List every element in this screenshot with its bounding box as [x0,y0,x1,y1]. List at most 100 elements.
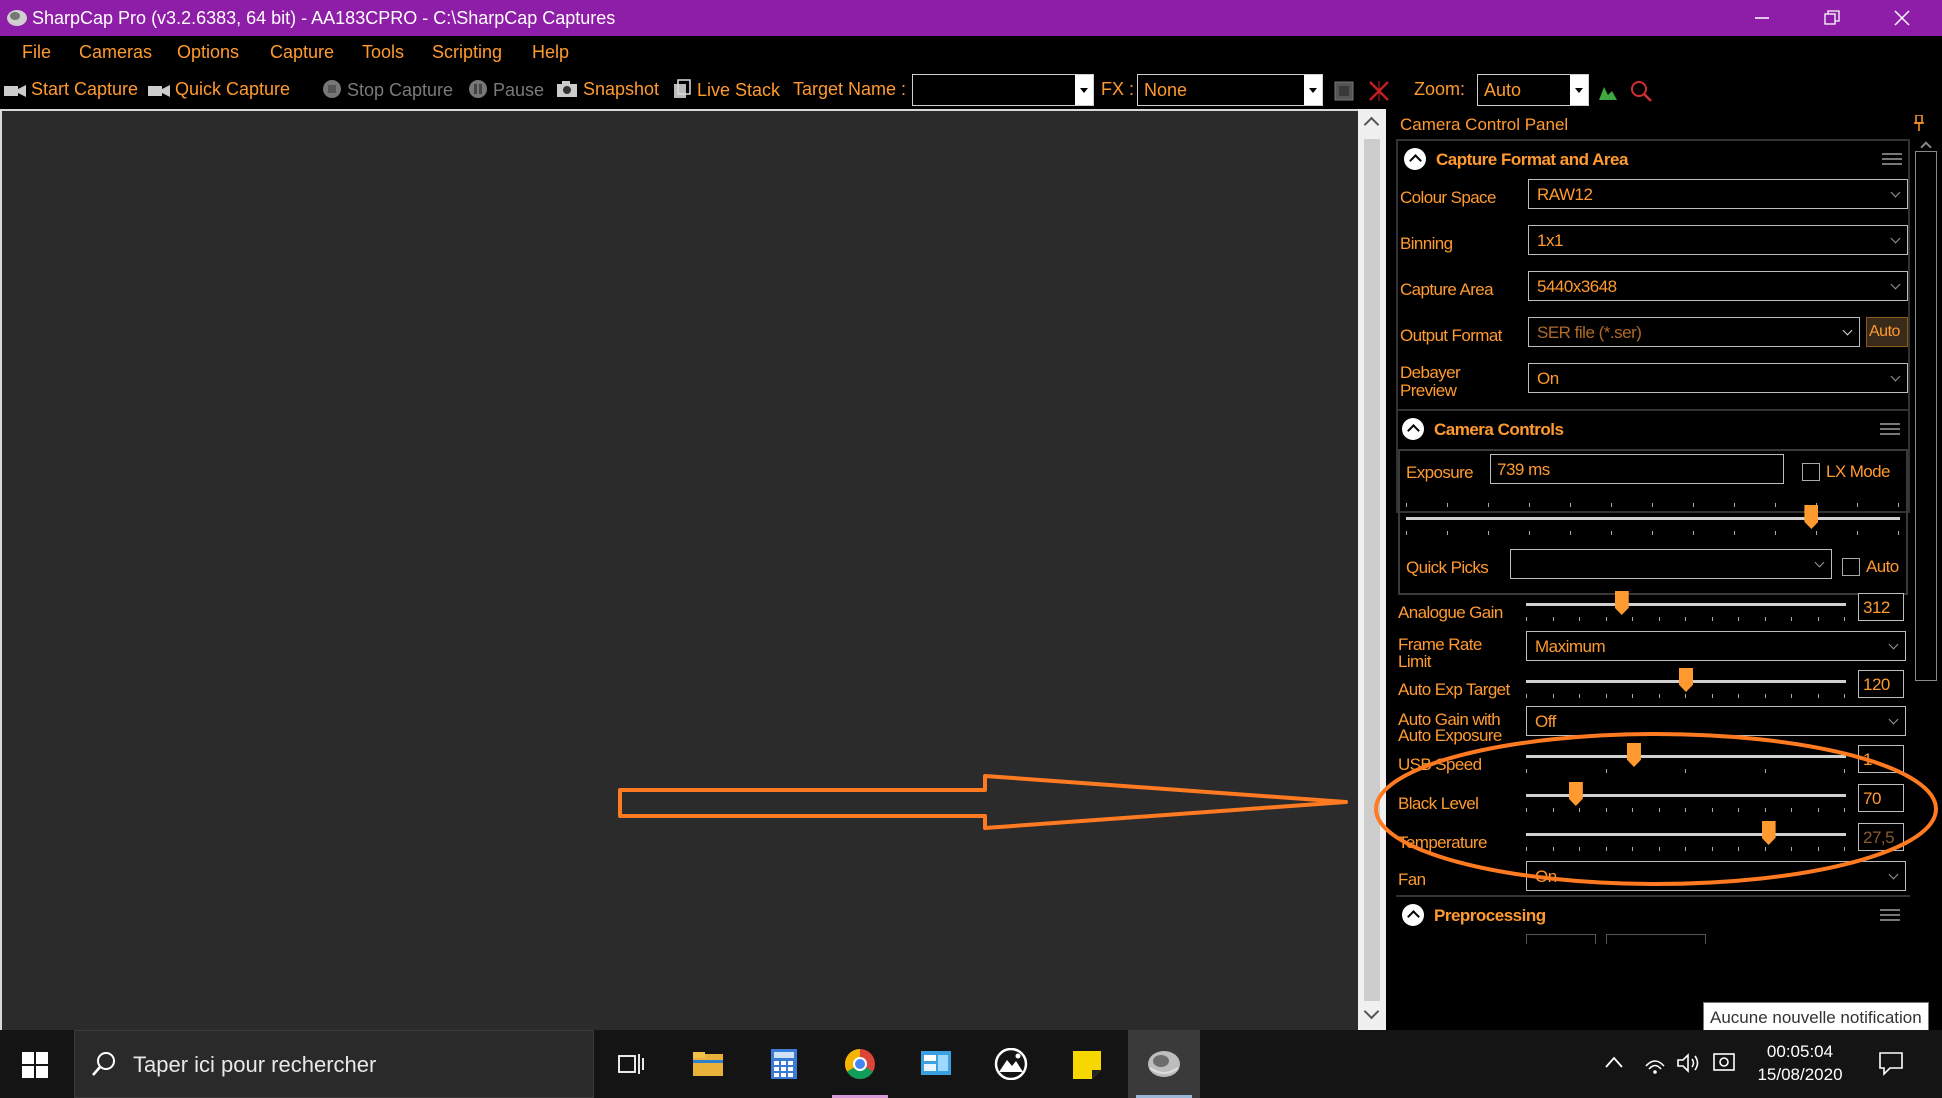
output-format-dropdown[interactable]: SER file (*.ser) [1528,317,1860,347]
menu-icon[interactable] [1882,153,1902,165]
menu-options[interactable]: Options [177,42,239,63]
black-level-input[interactable]: 70 [1858,784,1904,812]
preprocessing-header[interactable]: Preprocessing [1396,895,1910,931]
capture-format-header[interactable]: Capture Format and Area [1398,141,1912,177]
output-auto-button[interactable]: Auto [1866,317,1908,347]
chevron-down-icon [1842,325,1853,336]
slider-thumb[interactable] [1804,505,1819,529]
quick-picks-auto-checkbox[interactable] [1842,558,1860,576]
quick-capture-button[interactable]: Quick Capture [148,79,290,100]
start-capture-button[interactable]: Start Capture [4,79,138,100]
colour-space-dropdown[interactable]: RAW12 [1528,179,1908,209]
preprocessing-field[interactable] [1526,934,1596,944]
fx-clear-icon[interactable] [1368,80,1390,102]
fx-combo[interactable]: None [1137,74,1323,106]
auto-exp-target-slider[interactable] [1526,666,1846,706]
taskbar-search-box[interactable]: Taper ici pour rechercher [74,1030,594,1098]
splitter[interactable] [1386,109,1394,1030]
stop-capture-button[interactable]: Stop Capture [322,79,453,101]
restore-button[interactable] [1802,0,1862,36]
menu-help[interactable]: Help [532,42,569,63]
taskbar-clock[interactable]: 00:05:04 15/08/2020 [1740,1040,1860,1086]
snapshot-button[interactable]: Snapshot [556,79,659,100]
taskbar-file-explorer[interactable] [672,1030,744,1098]
binning-dropdown[interactable]: 1x1 [1528,225,1908,255]
quick-picks-dropdown[interactable] [1510,549,1832,579]
collapse-icon[interactable] [1402,418,1424,440]
scroll-down-icon[interactable] [1358,1004,1386,1026]
task-view-button[interactable] [594,1030,666,1098]
black-level-slider[interactable] [1526,780,1846,820]
taskbar-sharpcap[interactable] [1128,1030,1200,1098]
zoom-search-icon[interactable] [1630,80,1652,102]
analogue-gain-input[interactable]: 312 [1858,593,1904,621]
analogue-gain-slider[interactable] [1526,589,1846,629]
live-stack-button[interactable]: Live Stack [672,79,780,101]
auto-gain-dropdown[interactable]: Off [1526,706,1906,736]
taskbar-photos[interactable] [976,1030,1048,1098]
fx-settings-icon[interactable] [1334,81,1354,101]
slider-thumb[interactable] [1568,782,1583,806]
close-button[interactable] [1872,0,1932,36]
auto-exp-target-input[interactable]: 120 [1858,670,1904,698]
exposure-input[interactable]: 739 ms [1490,454,1784,484]
preprocessing-field[interactable] [1606,934,1706,944]
scroll-up-icon[interactable] [1358,113,1386,135]
slider-ticks [1526,694,1846,700]
menu-cameras[interactable]: Cameras [79,42,152,63]
temperature-slider[interactable] [1526,819,1846,859]
panel-scrollbar[interactable] [1912,139,1942,1030]
target-name-combo[interactable] [912,74,1094,106]
scroll-thumb[interactable] [1364,139,1380,1001]
frame-rate-dropdown[interactable]: Maximum [1526,631,1906,661]
collapse-icon[interactable] [1404,148,1426,170]
usb-speed-input[interactable]: 1 [1858,745,1904,773]
pause-label: Pause [493,80,545,100]
zoom-combo[interactable]: Auto [1477,74,1589,106]
camera-controls-header[interactable]: Camera Controls [1396,409,1910,445]
lx-mode-checkbox[interactable] [1802,463,1820,481]
volume-icon[interactable] [1676,1052,1700,1074]
pin-icon[interactable] [1914,115,1924,131]
taskbar-sticky-notes[interactable] [1052,1030,1124,1098]
slider-tick [1791,847,1792,851]
snapshot-label: Snapshot [583,79,660,99]
slider-tick [1632,617,1633,621]
restore-icon [1824,10,1840,25]
menu-file[interactable]: File [22,42,51,63]
slider-thumb[interactable] [1626,743,1641,767]
minimize-button[interactable] [1732,0,1792,36]
slider-thumb[interactable] [1761,821,1776,845]
collapse-icon[interactable] [1402,904,1424,926]
capture-area-dropdown[interactable]: 5440x3648 [1528,271,1908,301]
windows-start-icon[interactable] [22,1052,48,1078]
menu-icon[interactable] [1880,423,1900,435]
quick-picks-label: Quick Picks [1406,558,1489,577]
slider-thumb[interactable] [1679,668,1693,692]
usb-speed-slider[interactable] [1526,741,1846,781]
action-center-icon[interactable] [1878,1050,1904,1076]
menu-icon[interactable] [1880,909,1900,921]
exposure-slider[interactable] [1406,503,1900,543]
chevron-up-icon[interactable] [1605,1056,1623,1068]
pause-button[interactable]: Pause [468,79,544,101]
notification-app-icon[interactable] [1712,1050,1736,1074]
wifi-icon[interactable] [1644,1052,1666,1074]
viewer-scrollbar[interactable] [1358,109,1386,1030]
taskbar-control-panel[interactable] [900,1030,972,1098]
fan-dropdown[interactable]: On [1526,861,1906,891]
slider-tick [1711,617,1713,621]
slider-thumb[interactable] [1614,591,1629,615]
debayer-dropdown[interactable]: On [1528,363,1908,393]
slider-tick [1898,503,1899,507]
slider-tick [1857,531,1858,535]
taskbar-calculator[interactable] [748,1030,820,1098]
image-viewer[interactable] [0,109,1358,1030]
menu-scripting[interactable]: Scripting [432,42,502,63]
menu-capture[interactable]: Capture [270,42,334,63]
slider-tick [1552,694,1554,698]
panel-scroll-thumb[interactable] [1915,151,1937,681]
histogram-icon[interactable] [1598,83,1618,101]
taskbar-chrome[interactable] [824,1030,896,1098]
menu-tools[interactable]: Tools [362,42,404,63]
